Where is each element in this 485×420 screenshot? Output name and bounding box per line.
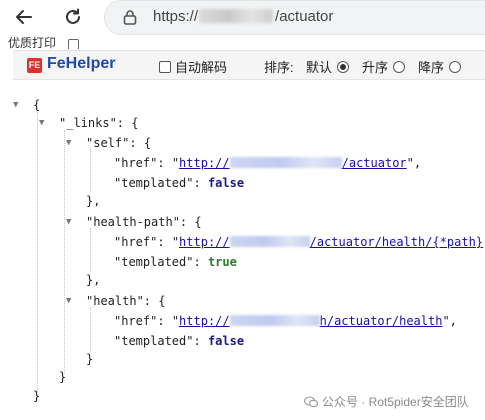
json-key: "health-path": (86, 215, 188, 229)
bookmark-checkbox[interactable] (68, 39, 79, 49)
collapse-toggle-icon[interactable]: ▼ (39, 114, 44, 132)
back-arrow-icon[interactable] (10, 4, 38, 30)
redacted-host (199, 9, 274, 23)
self-line: "self": { (86, 136, 152, 150)
href-line: "href": "http://h/actuator/health", (114, 314, 457, 328)
href-line: "href": "http:///actuator", (114, 156, 422, 170)
bookmarks-bar: 优质打印 (0, 35, 485, 49)
indent-guide (90, 228, 91, 272)
bookmark-item[interactable]: 优质打印 (8, 37, 56, 49)
url-scheme: https:// (153, 8, 199, 25)
collapse-toggle-icon[interactable]: ▼ (66, 213, 71, 231)
templated-line: "templated": true (114, 253, 237, 271)
radio-default[interactable] (337, 60, 350, 73)
indent-guide (90, 307, 91, 351)
collapse-toggle-icon[interactable]: ▼ (66, 134, 71, 152)
browser-toolbar: https:// /actuator (0, 0, 485, 36)
auto-decode-toggle[interactable]: 自动解码 (159, 57, 227, 76)
health-path-line: "health-path": { (86, 215, 202, 229)
url-text: https:// /actuator (153, 8, 333, 25)
root-close-brace: } (33, 389, 41, 403)
json-key: "templated": (114, 334, 201, 348)
url-path: /actuator (275, 8, 334, 25)
sort-option-default[interactable]: 默认 (306, 57, 350, 76)
json-bool: false (207, 334, 245, 348)
json-bool: true (207, 255, 237, 269)
watermark: 公众号 · Rot5pider安全团队 (304, 393, 469, 410)
radio-desc[interactable] (449, 60, 462, 73)
indent-guide (64, 130, 65, 374)
indent-guide (37, 112, 38, 392)
auto-decode-checkbox[interactable] (159, 60, 171, 73)
links-open-brace: { (131, 116, 139, 130)
collapse-toggle-icon[interactable]: ▼ (66, 292, 71, 310)
address-bar[interactable]: https:// /actuator (104, 0, 485, 35)
radio-asc[interactable] (393, 60, 406, 73)
sort-option-asc[interactable]: 升序 (362, 57, 406, 76)
json-key: "health": (86, 294, 152, 308)
links-close-brace: } (59, 370, 67, 384)
json-key: "_links": (59, 116, 125, 130)
sort-option-desc[interactable]: 降序 (418, 57, 462, 76)
links-line: "_links": { (59, 114, 139, 132)
wechat-icon (304, 395, 318, 407)
health-path-close: }, (86, 273, 101, 287)
collapse-toggle-icon[interactable]: ▼ (13, 96, 18, 114)
fehelper-logo: FE (27, 58, 42, 73)
health-line: "health": { (86, 294, 166, 308)
reload-icon[interactable] (59, 4, 87, 30)
json-key: "templated": (114, 255, 201, 269)
root-open-brace: { (33, 98, 41, 112)
href-link[interactable]: http:///actuator (179, 156, 407, 170)
watermark-text: 公众号 · Rot5pider安全团队 (322, 395, 469, 409)
json-key: "self": (86, 136, 137, 150)
json-key: "href": (114, 314, 165, 328)
templated-line: "templated": false (114, 332, 244, 350)
json-key: "href": (114, 156, 165, 170)
json-bool: false (207, 176, 245, 190)
fehelper-title: FeHelper (47, 55, 116, 72)
href-link[interactable]: http:///actuator/health/{*path} (179, 235, 483, 249)
templated-line: "templated": false (114, 174, 244, 192)
href-line: "href": "http:///actuator/health/{*path}… (114, 235, 485, 249)
fehelper-toolbar: FE FeHelper 自动解码 排序: 默认 升序 降序 (13, 50, 485, 80)
health-close: } (86, 352, 94, 366)
href-link[interactable]: http://h/actuator/health (179, 314, 442, 328)
auto-decode-label: 自动解码 (175, 60, 228, 75)
lock-icon[interactable] (123, 9, 137, 30)
json-key: "templated": (114, 176, 201, 190)
indent-guide (90, 148, 91, 192)
sort-label: 排序: (264, 60, 294, 75)
json-key: "href": (114, 235, 165, 249)
json-viewer: ▼ { ▼ "_links": { ▼ "self": { "href": "h… (0, 92, 485, 420)
self-close: }, (86, 194, 101, 208)
